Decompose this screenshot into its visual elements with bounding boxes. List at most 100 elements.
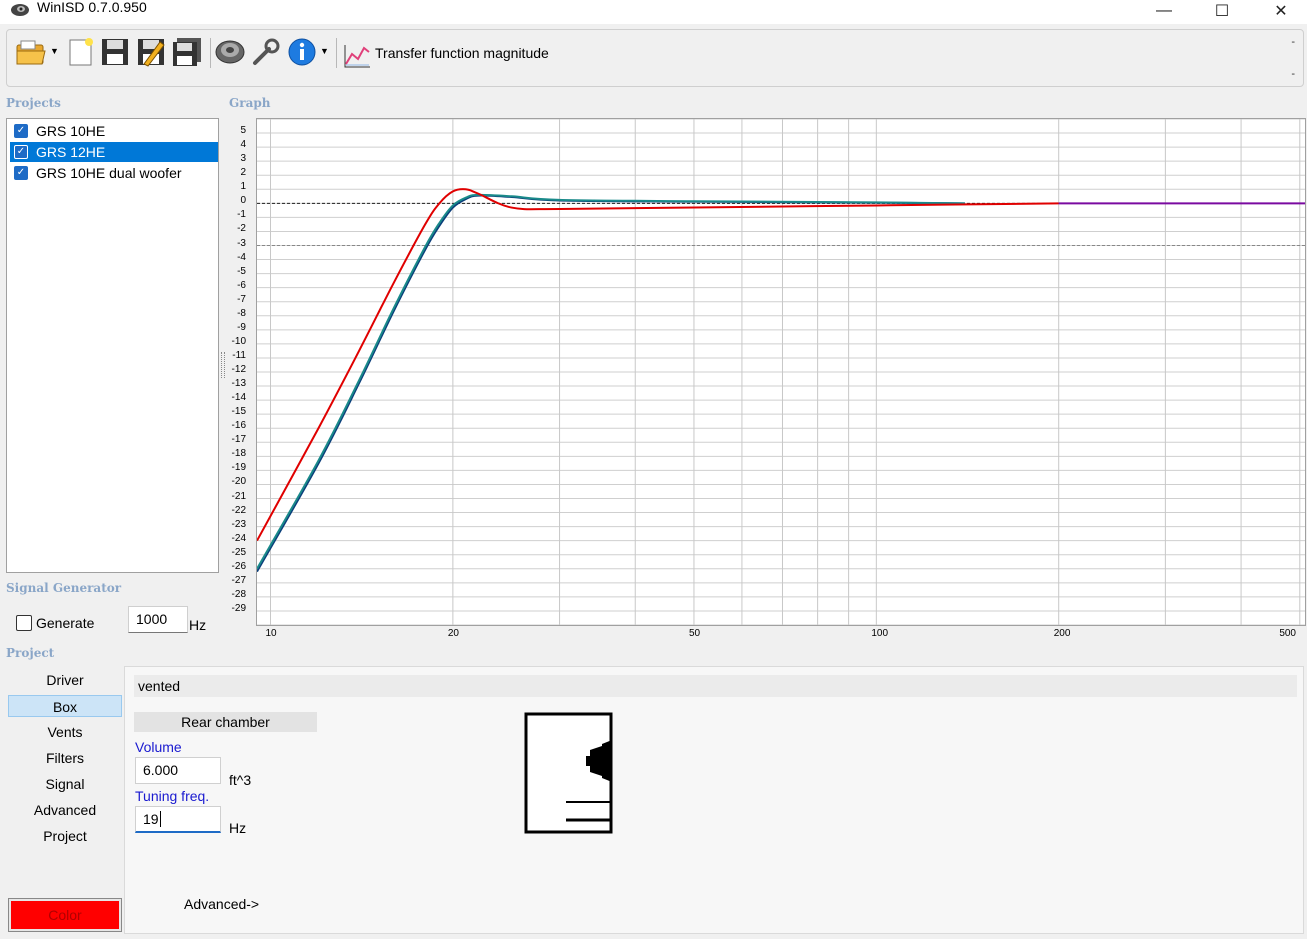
info-icon[interactable] [286,36,318,68]
project-checkbox[interactable]: ✓ [14,124,28,138]
open-folder-icon[interactable] [15,36,47,68]
rear-chamber-header: Rear chamber [134,712,317,732]
volume-unit: ft^3 [229,772,252,788]
y-tick-label: -5 [237,265,246,277]
color-button[interactable]: Color [8,898,122,932]
y-tick-label: 3 [240,153,246,165]
vented-box-diagram [524,712,613,834]
app-icon [11,4,29,16]
y-tick-label: -2 [237,223,246,235]
toolbar-separator [336,38,337,68]
y-tick-label: -7 [237,293,246,305]
graph-icon[interactable] [341,40,373,72]
generator-frequency-unit: Hz [189,617,207,633]
nav-advanced[interactable]: Advanced [8,799,122,821]
volume-input[interactable]: 6.000 [135,757,221,784]
save-all-icon[interactable] [171,36,203,68]
box-type-header: vented [134,675,1297,697]
y-axis-ticks: 5 4 3 2 1 0 -1 -2 -3 -4 -5 -6 -7 -8 -9 -10 -11 -12 -13 -14 -… [216,118,252,626]
save-icon[interactable] [99,36,131,68]
title-bar: WinISD 0.7.0.950 — ☐ ✕ [0,0,1307,24]
tuning-freq-label: Tuning freq. [135,788,210,804]
maximize-button[interactable]: ☐ [1199,0,1245,22]
nav-driver[interactable]: Driver [8,669,122,691]
series-line [257,194,965,573]
project-checkbox[interactable]: ✓ [14,145,28,159]
color-button-label: Color [11,901,119,929]
y-tick-label: -10 [231,335,246,347]
y-tick-label: -25 [231,546,246,558]
y-tick-label: -21 [231,490,246,502]
y-tick-label: -24 [231,532,246,544]
y-tick-label: -22 [231,504,246,516]
speaker-driver-icon[interactable] [214,36,246,68]
y-tick-label: -3 [237,237,246,249]
toolbar: ▼ ▼ Transfer function magnitude - - [6,29,1304,87]
info-dropdown-icon[interactable]: ▼ [320,46,329,56]
project-section-label: Project [6,646,55,660]
y-tick-label: -11 [232,349,246,361]
x-axis-ticks: 10 20 50 100 200 500 [256,626,1306,642]
project-item[interactable]: ✓ GRS 10HE dual woofer [10,163,218,183]
open-dropdown-icon[interactable]: ▼ [50,46,59,56]
project-item[interactable]: ✓ GRS 10HE [10,121,218,141]
x-tick-label: 20 [447,628,459,639]
generate-checkbox[interactable] [16,615,32,631]
nav-filters[interactable]: Filters [8,747,122,769]
tuning-freq-value: 19 [143,811,159,827]
y-tick-label: -16 [231,420,246,432]
signal-generator-section-label: Signal Generator [6,581,122,595]
toolbar-separator [210,38,211,68]
save-as-icon[interactable] [135,36,167,68]
graph-type-label[interactable]: Transfer function magnitude [375,45,549,61]
advanced-link[interactable]: Advanced-> [184,896,259,912]
tuning-freq-input[interactable]: 19 [135,806,221,833]
project-name: GRS 12HE [36,144,106,160]
y-tick-label: -27 [231,574,246,586]
close-button[interactable]: ✕ [1258,0,1304,22]
y-tick-label: -17 [231,434,246,446]
tuning-freq-unit: Hz [229,820,247,836]
nav-signal[interactable]: Signal [8,773,122,795]
y-tick-label: -15 [231,406,246,418]
window-title: WinISD 0.7.0.950 [37,0,147,15]
project-item-selected[interactable]: ✓ GRS 12HE [10,142,218,162]
y-tick-label: -13 [231,378,246,390]
volume-label: Volume [135,739,182,755]
box-panel [124,666,1304,934]
y-tick-label: -1 [237,209,246,221]
wrench-icon[interactable] [250,36,282,68]
nav-project[interactable]: Project [8,825,122,847]
project-name: GRS 10HE [36,123,106,139]
graph-plot[interactable] [256,118,1306,626]
x-tick-label: 10 [265,628,277,639]
nav-box[interactable]: Box [8,695,122,717]
x-tick-label: 200 [1053,628,1071,639]
y-tick-label: -18 [231,448,246,460]
x-tick-label: 50 [688,628,701,639]
y-tick-label: 2 [240,167,246,179]
transfer-function-chart [257,119,1305,625]
y-tick-label: -9 [237,321,246,333]
projects-list: ✓ GRS 10HE ✓ GRS 12HE ✓ GRS 10HE dual wo… [6,118,219,573]
y-tick-label: -4 [237,251,246,263]
y-tick-label: -6 [237,279,246,291]
generate-label[interactable]: Generate [36,615,94,631]
x-tick-label: 100 [871,628,889,639]
project-checkbox[interactable]: ✓ [14,166,28,180]
x-tick-label: 500 [1279,628,1296,639]
y-tick-label: 4 [240,139,246,151]
toolbar-dash-top: - [1291,36,1295,48]
new-document-icon[interactable] [65,36,97,68]
nav-vents[interactable]: Vents [8,721,122,743]
toolbar-dash-bottom: - [1291,68,1295,80]
minimize-button[interactable]: — [1141,0,1187,22]
y-tick-label: -14 [231,392,246,404]
generator-frequency-input[interactable]: 1000 [128,606,188,633]
y-tick-label: -8 [237,307,246,319]
graph-section-label: Graph [229,96,271,110]
y-tick-label: -29 [231,602,246,614]
projects-section-label: Projects [6,96,61,110]
y-tick-label: 1 [240,181,246,193]
y-tick-label: 0 [240,195,246,207]
